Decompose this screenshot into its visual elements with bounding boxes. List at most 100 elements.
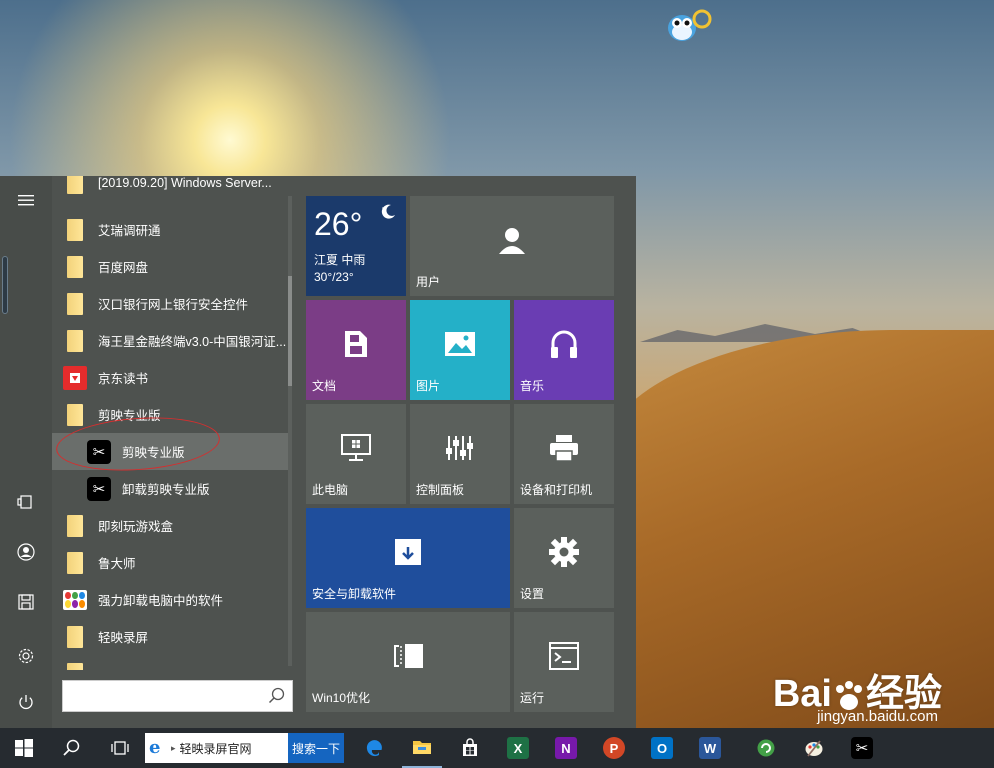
devices-printers-tile[interactable]: 设备和打印机 bbox=[514, 404, 614, 504]
list-item-label: 京东读书 bbox=[98, 372, 149, 386]
list-item-label: 卸载剪映专业版 bbox=[122, 483, 210, 497]
folder-icon bbox=[62, 254, 88, 280]
uninstaller-icon bbox=[62, 587, 88, 613]
tile-label: 安全与卸载软件 bbox=[312, 587, 397, 601]
tile-label: 文档 bbox=[312, 379, 337, 393]
task-view-button[interactable] bbox=[100, 728, 140, 768]
headphones-icon bbox=[551, 330, 577, 358]
list-item[interactable]: 京东读书 bbox=[52, 359, 288, 396]
taskbar-search-button[interactable] bbox=[52, 728, 92, 768]
list-item[interactable]: 鲁大师 bbox=[52, 544, 288, 581]
file-explorer-taskbar-button[interactable] bbox=[402, 728, 442, 768]
optimize-icon bbox=[394, 644, 423, 668]
palette-icon bbox=[805, 740, 823, 757]
folder-icon bbox=[62, 550, 88, 576]
folder-icon bbox=[62, 217, 88, 243]
weather-range: 30°/23° bbox=[314, 270, 354, 284]
list-item[interactable]: ✂ 卸载剪映专业版 bbox=[52, 470, 288, 507]
tile-label: 控制面板 bbox=[416, 483, 465, 497]
tile-label: 音乐 bbox=[520, 379, 545, 393]
tile-label: 此电脑 bbox=[312, 483, 349, 497]
onenote-icon: N bbox=[555, 737, 577, 759]
ie-icon: e bbox=[149, 737, 161, 758]
start-menu: [2019.09.20] Windows Server... 艾瑞调研通 百度网… bbox=[0, 176, 636, 728]
list-item[interactable]: 轻映录屏 bbox=[52, 618, 288, 655]
scrollbar-thumb[interactable] bbox=[288, 276, 292, 386]
folder-icon bbox=[413, 741, 431, 754]
store-taskbar-button[interactable] bbox=[450, 728, 490, 768]
capcut-icon: ✂ bbox=[86, 476, 112, 502]
list-item-label: 艾瑞调研通 bbox=[98, 224, 161, 238]
run-tile[interactable]: 运行 bbox=[514, 612, 614, 712]
hamburger-icon[interactable] bbox=[0, 180, 52, 220]
list-item-label: 轻映录屏 bbox=[98, 631, 149, 645]
app-list-scrollbar[interactable] bbox=[288, 196, 292, 666]
moon-icon bbox=[381, 204, 395, 219]
picture-icon bbox=[445, 332, 475, 356]
user-icon[interactable] bbox=[0, 532, 52, 572]
capcut-icon: ✂ bbox=[851, 737, 873, 759]
user-tile[interactable]: 用户 bbox=[410, 196, 614, 296]
pictures-tile[interactable]: 图片 bbox=[410, 300, 510, 400]
green-refresh-icon bbox=[757, 739, 775, 757]
sliders-icon bbox=[446, 436, 473, 460]
list-item-label: 强力卸载电脑中的软件 bbox=[98, 594, 224, 608]
tablet-icon[interactable] bbox=[0, 482, 52, 522]
music-tile[interactable]: 音乐 bbox=[514, 300, 614, 400]
list-item-label: 海王星金融终端v3.0-中国银河证... bbox=[98, 335, 287, 349]
tile-label: 运行 bbox=[520, 691, 545, 705]
address-bar[interactable]: e ▸ 轻映录屏官网 bbox=[145, 733, 288, 763]
settings-tile[interactable]: 设置 bbox=[514, 508, 614, 608]
user-icon bbox=[499, 228, 525, 254]
onenote-taskbar-button[interactable]: N bbox=[546, 728, 586, 768]
chevron-right-icon: ▸ bbox=[171, 742, 176, 753]
excel-icon: X bbox=[507, 737, 529, 759]
win10-optimize-tile[interactable]: Win10优化 bbox=[306, 612, 510, 712]
powerpoint-taskbar-button[interactable]: P bbox=[594, 728, 634, 768]
gear-icon bbox=[549, 537, 579, 567]
this-pc-tile[interactable]: 此电脑 bbox=[306, 404, 406, 504]
search-input[interactable] bbox=[63, 681, 263, 711]
documents-icon[interactable] bbox=[0, 582, 52, 622]
settings-icon[interactable] bbox=[0, 636, 52, 676]
folder-icon bbox=[62, 176, 88, 196]
folder-icon bbox=[62, 513, 88, 539]
powerpoint-icon: P bbox=[603, 737, 625, 759]
word-taskbar-button[interactable]: W bbox=[690, 728, 730, 768]
outlook-taskbar-button[interactable]: O bbox=[642, 728, 682, 768]
search-icon[interactable] bbox=[268, 687, 286, 705]
documents-tile[interactable]: 文档 bbox=[306, 300, 406, 400]
search-go-button[interactable]: 搜索一下 bbox=[288, 733, 344, 763]
paint-taskbar-button[interactable] bbox=[794, 728, 834, 768]
run-icon bbox=[549, 642, 579, 670]
mascot-icon[interactable] bbox=[666, 8, 712, 42]
document-icon bbox=[345, 331, 367, 357]
install-uninstall-tile[interactable]: 安全与卸载软件 bbox=[306, 508, 510, 608]
list-item[interactable]: [2019.09.20] Windows Server... bbox=[52, 176, 288, 201]
rail-scroll-indicator bbox=[2, 256, 8, 314]
control-panel-tile[interactable]: 控制面板 bbox=[410, 404, 510, 504]
weather-tile[interactable]: 26° 江夏 中雨 30°/23° bbox=[306, 196, 406, 296]
list-item[interactable]: 海王星金融终端v3.0-中国银河证... bbox=[52, 322, 288, 359]
folder-icon bbox=[62, 291, 88, 317]
address-text: 轻映录屏官网 bbox=[179, 741, 252, 756]
list-item[interactable]: 百度网盘 bbox=[52, 248, 288, 285]
list-item-label: 百度网盘 bbox=[98, 261, 149, 275]
task-view-icon bbox=[111, 741, 129, 755]
green-app-taskbar-button[interactable] bbox=[746, 728, 786, 768]
excel-taskbar-button[interactable]: X bbox=[498, 728, 538, 768]
power-icon[interactable] bbox=[0, 682, 52, 722]
list-item[interactable] bbox=[52, 655, 288, 670]
list-item[interactable]: 汉口银行网上银行安全控件 bbox=[52, 285, 288, 322]
edge-taskbar-button[interactable] bbox=[354, 728, 394, 768]
list-item[interactable]: 强力卸载电脑中的软件 bbox=[52, 581, 288, 618]
windows-start-button[interactable] bbox=[4, 728, 44, 768]
capcut-taskbar-button[interactable]: ✂ bbox=[842, 728, 882, 768]
list-item-label: 鲁大师 bbox=[98, 557, 136, 571]
list-item-label: [2019.09.20] Windows Server... bbox=[98, 176, 272, 190]
list-item-label: 即刻玩游戏盒 bbox=[98, 520, 174, 534]
search-box[interactable] bbox=[62, 680, 293, 712]
list-item[interactable]: 艾瑞调研通 bbox=[52, 211, 288, 248]
list-item[interactable]: 即刻玩游戏盒 bbox=[52, 507, 288, 544]
tile-label: 用户 bbox=[416, 275, 441, 289]
